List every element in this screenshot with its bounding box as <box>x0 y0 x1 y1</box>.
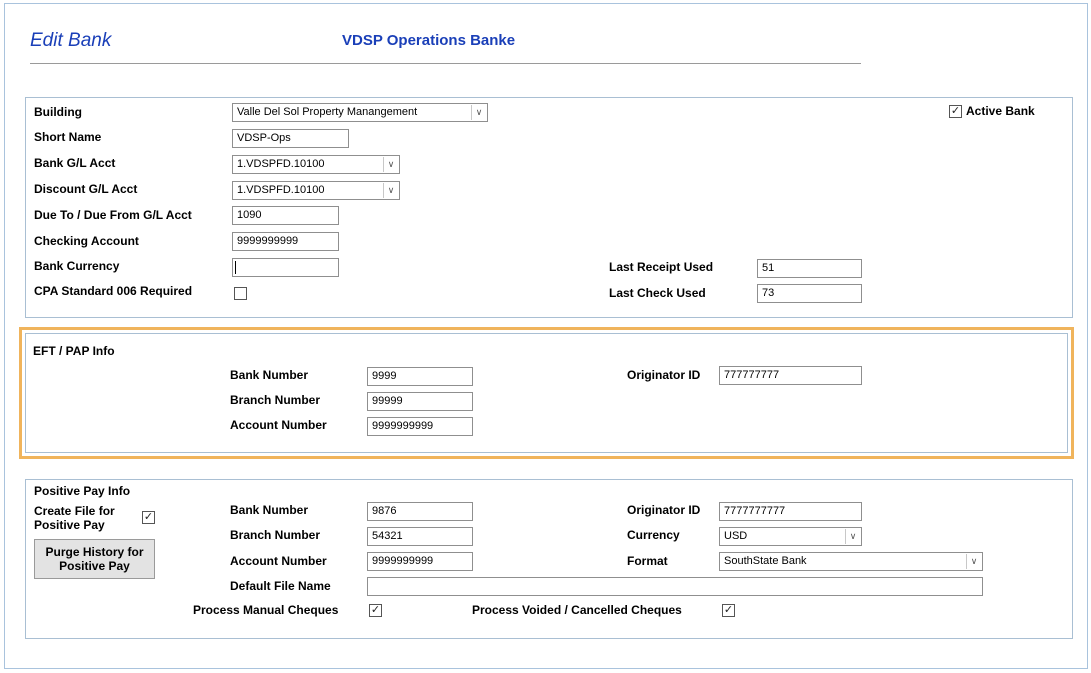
text-cursor <box>235 261 236 274</box>
due-to-label: Due To / Due From G/L Acct <box>34 208 192 222</box>
last-check-label: Last Check Used <box>609 286 706 300</box>
pp-branch-number-input[interactable]: 54321 <box>367 527 473 546</box>
pp-account-number-label: Account Number <box>230 554 327 568</box>
bank-gl-value: 1.VDSPFD.10100 <box>237 158 325 170</box>
eft-panel <box>25 333 1068 453</box>
default-file-name-input[interactable] <box>367 577 983 596</box>
eft-bank-number-label: Bank Number <box>230 368 309 382</box>
eft-bank-number-input[interactable]: 9999 <box>367 367 473 386</box>
discount-gl-value: 1.VDSPFD.10100 <box>237 184 325 196</box>
active-bank-label: Active Bank <box>966 104 1035 118</box>
pp-currency-select[interactable]: USD ∨ <box>719 527 862 546</box>
checkmark-icon: ✓ <box>370 604 381 616</box>
create-file-label-line2: Positive Pay <box>34 518 105 532</box>
bank-name-heading: VDSP Operations Banke <box>342 32 516 49</box>
bank-currency-input[interactable] <box>232 258 339 277</box>
checking-account-input[interactable]: 9999999999 <box>232 232 339 251</box>
short-name-input[interactable]: VDSP-Ops <box>232 129 349 148</box>
checking-account-label: Checking Account <box>34 234 139 248</box>
pp-bank-number-input[interactable]: 9876 <box>367 502 473 521</box>
last-check-input[interactable]: 73 <box>757 284 862 303</box>
eft-section-label: EFT / PAP Info <box>33 344 115 358</box>
chevron-down-icon[interactable]: ∨ <box>966 554 981 569</box>
eft-originator-label: Originator ID <box>627 368 701 382</box>
cpa-label: CPA Standard 006 Required <box>34 284 193 298</box>
eft-account-number-label: Account Number <box>230 418 327 432</box>
chevron-down-icon[interactable]: ∨ <box>845 529 860 544</box>
pp-bank-number-label: Bank Number <box>230 503 309 517</box>
purge-label-line2: Positive Pay <box>59 559 130 573</box>
pp-currency-label: Currency <box>627 528 680 542</box>
create-file-checkbox[interactable]: ✓ <box>142 511 155 524</box>
checkmark-icon: ✓ <box>143 511 154 523</box>
chevron-down-icon[interactable]: ∨ <box>383 157 398 172</box>
checkmark-icon: ✓ <box>950 105 961 117</box>
chevron-down-icon[interactable]: ∨ <box>383 183 398 198</box>
pp-currency-value: USD <box>724 530 748 542</box>
create-file-label: Create File for Positive Pay <box>34 504 115 532</box>
cpa-checkbox[interactable] <box>234 287 247 300</box>
checkmark-icon: ✓ <box>723 604 734 616</box>
short-name-label: Short Name <box>34 130 102 144</box>
building-value: Valle Del Sol Property Manangement <box>237 106 418 118</box>
pp-originator-input[interactable]: 7777777777 <box>719 502 862 521</box>
building-select[interactable]: Valle Del Sol Property Manangement ∨ <box>232 103 488 122</box>
active-bank-checkbox[interactable]: ✓ <box>949 105 962 118</box>
manual-cheques-label: Process Manual Cheques <box>193 603 339 617</box>
pp-branch-number-label: Branch Number <box>230 528 321 542</box>
chevron-down-icon[interactable]: ∨ <box>471 105 486 120</box>
pp-format-select[interactable]: SouthState Bank ∨ <box>719 552 983 571</box>
building-label: Building <box>34 105 82 119</box>
last-receipt-label: Last Receipt Used <box>609 260 714 274</box>
bank-currency-label: Bank Currency <box>34 259 120 273</box>
last-receipt-input[interactable]: 51 <box>757 259 862 278</box>
pp-format-value: SouthState Bank <box>724 555 807 567</box>
pp-format-label: Format <box>627 554 668 568</box>
default-file-name-label: Default File Name <box>230 579 331 593</box>
pp-originator-label: Originator ID <box>627 503 701 517</box>
create-file-label-line1: Create File for <box>34 504 115 518</box>
eft-branch-number-label: Branch Number <box>230 393 321 407</box>
page-title: Edit Bank <box>30 30 112 51</box>
pp-account-number-input[interactable]: 9999999999 <box>367 552 473 571</box>
positive-pay-section-label: Positive Pay Info <box>34 484 131 498</box>
discount-gl-select[interactable]: 1.VDSPFD.10100 ∨ <box>232 181 400 200</box>
eft-account-number-input[interactable]: 9999999999 <box>367 417 473 436</box>
voided-cheques-checkbox[interactable]: ✓ <box>722 604 735 617</box>
voided-cheques-label: Process Voided / Cancelled Cheques <box>472 603 682 617</box>
eft-branch-number-input[interactable]: 99999 <box>367 392 473 411</box>
due-to-input[interactable]: 1090 <box>232 206 339 225</box>
manual-cheques-checkbox[interactable]: ✓ <box>369 604 382 617</box>
bank-gl-select[interactable]: 1.VDSPFD.10100 ∨ <box>232 155 400 174</box>
header-divider <box>30 63 861 64</box>
eft-originator-input[interactable]: 777777777 <box>719 366 862 385</box>
purge-label-line1: Purge History for <box>45 545 144 559</box>
bank-gl-label: Bank G/L Acct <box>34 156 116 170</box>
purge-history-button[interactable]: Purge History for Positive Pay <box>34 539 155 579</box>
discount-gl-label: Discount G/L Acct <box>34 182 138 196</box>
